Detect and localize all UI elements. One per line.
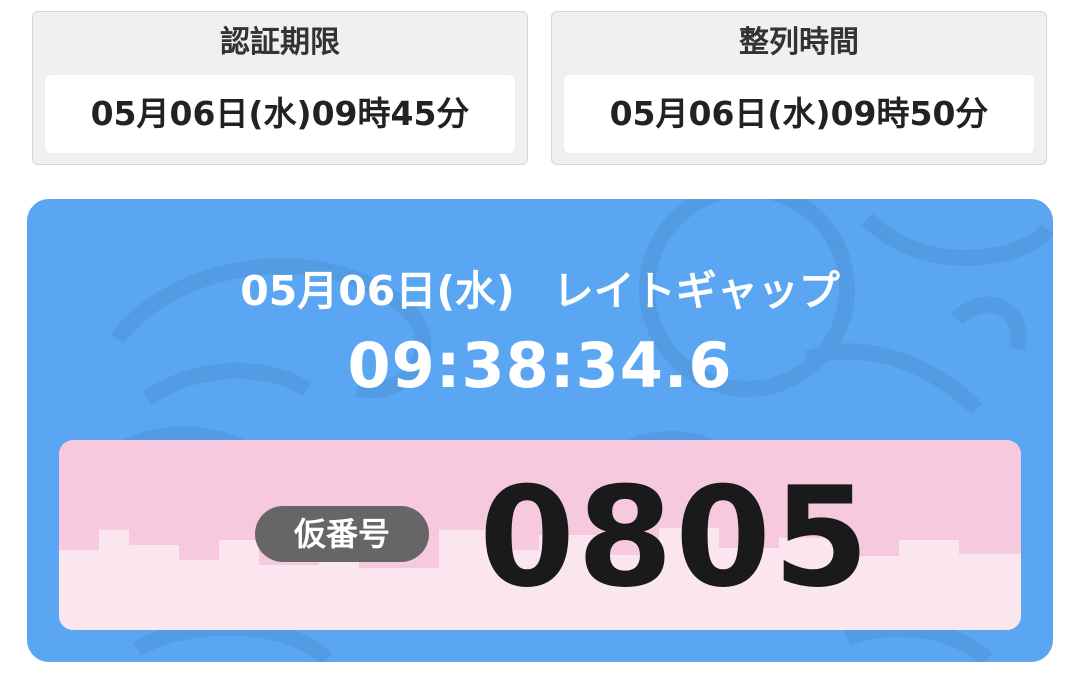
line-up-time-value: 05月06日(水)09時50分 [564,75,1034,153]
ticket-card: 05月06日(水) レイトギャップ 09:38:34.6 仮番号 0805 [27,199,1053,662]
provisional-number-badge: 仮番号 [255,506,429,562]
number-card: 仮番号 0805 [59,440,1021,630]
event-name: レイトギャップ [552,267,840,315]
auth-deadline-box: 認証期限 05月06日(水)09時45分 [32,11,528,165]
auth-deadline-value: 05月06日(水)09時45分 [45,75,515,153]
line-up-time-label: 整列時間 [739,25,859,60]
info-row: 認証期限 05月06日(水)09時45分 整列時間 05月06日(水)09時50… [32,11,1048,167]
live-clock: 09:38:34.6 [347,329,733,402]
provisional-number: 0805 [479,457,872,618]
event-date: 05月06日(水) [240,267,515,315]
line-up-time-box: 整列時間 05月06日(水)09時50分 [551,11,1047,165]
event-heading: 05月06日(水) レイトギャップ [27,257,1053,317]
auth-deadline-label: 認証期限 [220,25,340,60]
